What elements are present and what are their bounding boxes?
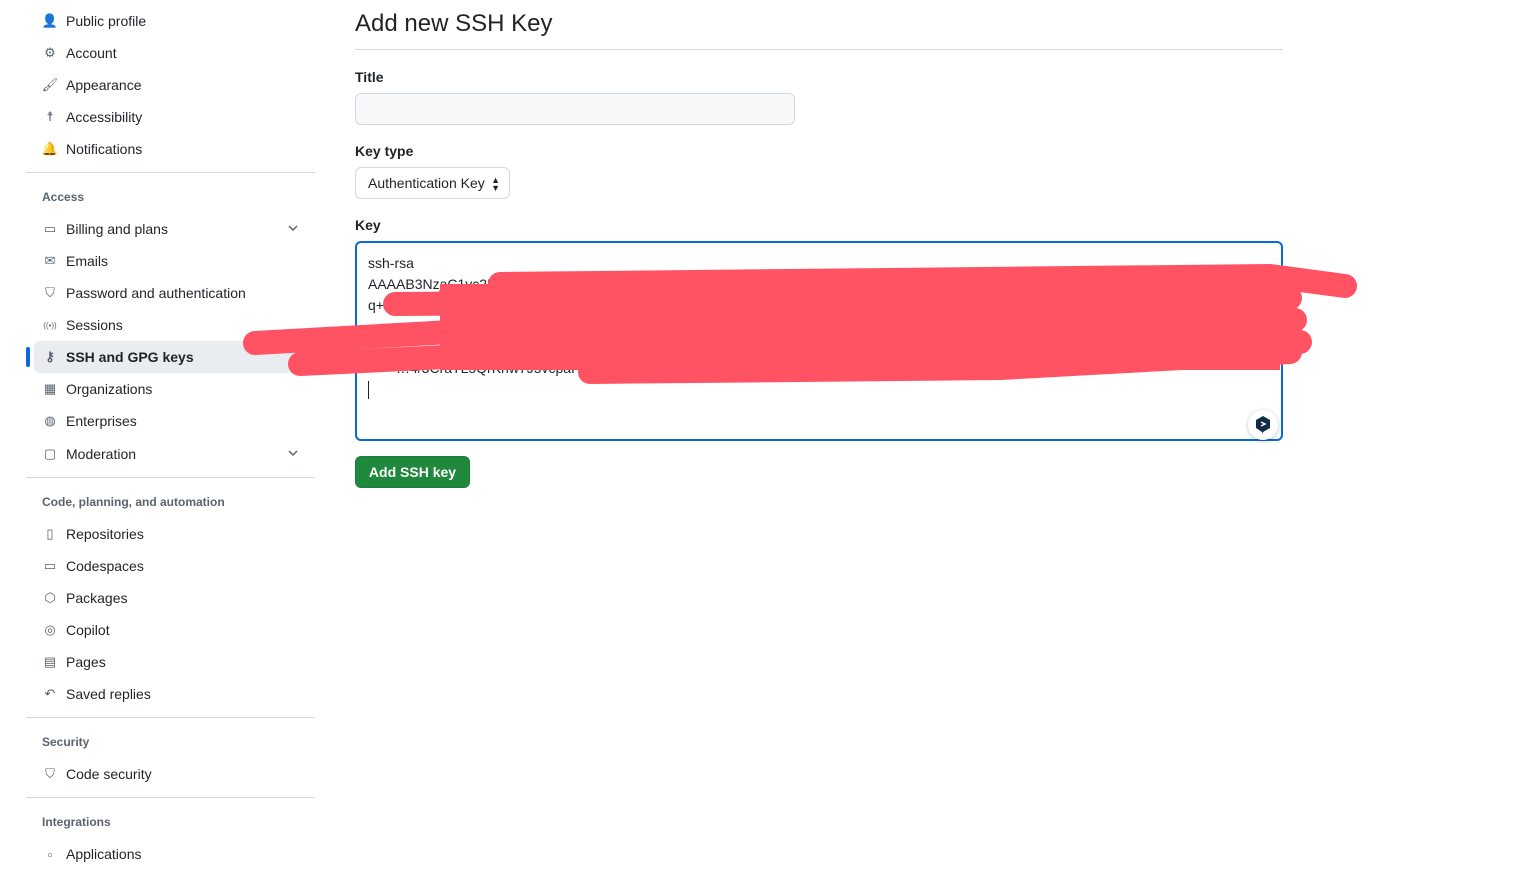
redaction-scribble <box>243 263 1357 384</box>
